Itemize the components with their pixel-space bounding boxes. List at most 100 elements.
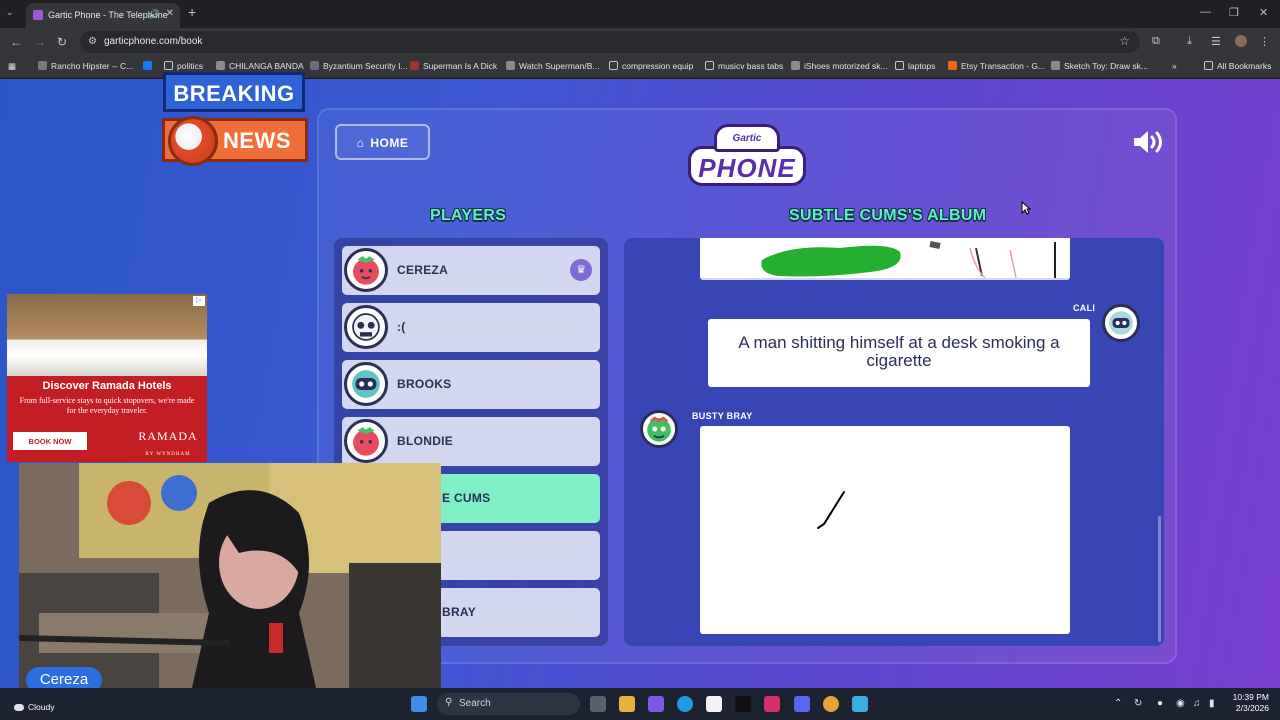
globe-icon	[791, 61, 800, 70]
folder-icon	[1204, 61, 1213, 70]
breaking-banner: BREAKING	[163, 72, 305, 112]
site-info-icon[interactable]: ⚙	[88, 36, 97, 47]
robot-avatar-icon	[1109, 311, 1133, 335]
bookmark-folder[interactable]: laptops	[895, 61, 935, 71]
edge-icon[interactable]	[677, 696, 693, 712]
ad-text: From full-service stays to quick stopove…	[19, 396, 195, 415]
globe-icon	[506, 61, 515, 70]
bookmark-item[interactable]: Etsy Transaction - G...	[948, 61, 1045, 71]
player-card[interactable]: BROOKS	[342, 360, 600, 409]
file-explorer-icon[interactable]	[619, 696, 635, 712]
bookmark-item[interactable]: Rancho Hipster -- C...	[38, 61, 133, 71]
new-tab-icon[interactable]: +	[188, 4, 196, 20]
bookmark-item[interactable]: Watch Superman/B...	[506, 61, 599, 71]
thumbnail-icon	[410, 61, 419, 70]
adchoices-icon[interactable]: ▷	[193, 296, 205, 306]
home-label: HOME	[370, 136, 409, 150]
bookmark-star-icon[interactable]: ☆	[1119, 34, 1130, 48]
globe-icon	[168, 116, 218, 166]
x-icon[interactable]	[735, 696, 751, 712]
bookmark-folder[interactable]: politics	[164, 61, 203, 71]
player-name: BROOKS	[397, 377, 452, 391]
entry-username: BUSTY BRAY	[692, 411, 753, 421]
tab-strip: ⌄ Gartic Phone - The Telephone 🔊 ✕ + — ❐…	[0, 0, 1280, 28]
audio-icon[interactable]: 🔊	[149, 9, 160, 20]
player-avatar	[344, 362, 388, 406]
player-name: :(	[397, 320, 406, 334]
player-card[interactable]: BLONDIE	[342, 417, 600, 466]
busty-bray-avatar	[640, 410, 678, 448]
bookmark-item[interactable]: iShoes motorized sk...	[791, 61, 888, 71]
gartic-favicon-icon	[33, 10, 43, 20]
webcam-feed	[19, 463, 441, 701]
bookmark-item[interactable]: Byzantium Security I...	[310, 61, 408, 71]
extensions-icon[interactable]: ⧉	[1152, 35, 1160, 48]
crown-icon: ♛	[570, 259, 592, 281]
profile-avatar[interactable]	[1235, 35, 1247, 47]
close-window-icon[interactable]: ✕	[1259, 6, 1268, 19]
folder-icon	[609, 61, 618, 70]
menu-icon[interactable]: ⋮	[1259, 35, 1270, 48]
drawing-canvas	[817, 491, 845, 529]
drawing-canvas	[761, 241, 1056, 279]
browser-tab[interactable]: Gartic Phone - The Telephone 🔊 ✕	[26, 3, 180, 28]
wifi-icon[interactable]: ◉	[1176, 698, 1185, 709]
forward-icon[interactable]: →	[34, 35, 46, 49]
book-now-button[interactable]: BOOK NOW	[13, 432, 87, 450]
bell-icon	[310, 61, 319, 70]
discord-icon[interactable]	[794, 696, 810, 712]
taskbar-search[interactable]: ⚲ Search	[437, 693, 580, 715]
notepad-icon[interactable]	[852, 696, 868, 712]
back-icon[interactable]: ←	[10, 35, 22, 49]
more-bookmarks-icon[interactable]: »	[1172, 61, 1177, 71]
bookmark-item[interactable]	[143, 61, 156, 71]
battery-icon[interactable]: ▮	[1209, 698, 1215, 709]
bookmark-item[interactable]: CHILANGA BANDA	[216, 61, 304, 71]
address-bar[interactable]: ⚙ garticphone.com/book ☆	[80, 31, 1140, 53]
globe-icon	[1051, 61, 1060, 70]
home-button[interactable]: ⌂ HOME	[335, 124, 430, 160]
minimize-icon[interactable]: —	[1200, 6, 1211, 18]
album-scrollbar[interactable]	[1158, 516, 1161, 642]
album-feed: CALI A man shitting himself at a desk sm…	[624, 238, 1164, 646]
task-view-icon[interactable]	[590, 696, 606, 712]
microphone-icon[interactable]: ●	[1157, 698, 1163, 709]
restore-icon[interactable]: ❐	[1229, 6, 1239, 19]
player-card[interactable]: CEREZA ♛	[342, 246, 600, 295]
folder-icon	[895, 61, 904, 70]
speaker-icon[interactable]	[1132, 129, 1166, 155]
close-tab-icon[interactable]: ✕	[166, 8, 174, 19]
player-avatar	[344, 305, 388, 349]
media-icon[interactable]: ☰	[1211, 35, 1221, 48]
logo-gartic-text: Gartic	[714, 124, 780, 152]
clock[interactable]: 10:39 PM 2/3/2026	[1225, 692, 1269, 714]
downloads-icon[interactable]: ⤓	[1187, 35, 1192, 48]
start-icon[interactable]	[411, 696, 427, 712]
ad-brand: RAMADA	[138, 429, 198, 443]
drawing-card	[700, 426, 1070, 634]
toolbar: ← → ↻ ⚙ garticphone.com/book ☆ ⧉ ⤓ ☰ ⋮	[0, 28, 1280, 56]
bookmark-folder[interactable]: compression equip	[609, 61, 693, 71]
webcam-image	[19, 463, 441, 701]
sync-icon[interactable]: ↻	[1134, 698, 1142, 709]
weather-widget[interactable]: Cloudy	[14, 702, 54, 712]
reload-icon[interactable]: ↻	[57, 35, 67, 49]
all-bookmarks[interactable]: All Bookmarks	[1204, 61, 1271, 71]
instagram-icon[interactable]	[764, 696, 780, 712]
volume-icon[interactable]: ♫	[1193, 698, 1201, 709]
amazon-icon[interactable]	[706, 696, 722, 712]
tray-overflow-icon[interactable]: ⌃	[1114, 698, 1122, 709]
cloud-icon	[14, 704, 24, 711]
entry-username: CALI	[1073, 303, 1096, 313]
bookmark-folder[interactable]: musicv bass tabs	[705, 61, 783, 71]
mouse-cursor-icon	[1021, 201, 1031, 215]
url-text[interactable]: garticphone.com/book	[104, 36, 202, 47]
chrome-icon[interactable]	[823, 696, 839, 712]
bookmark-item[interactable]: Superman Is A Dick	[410, 61, 497, 71]
copilot-icon[interactable]	[648, 696, 664, 712]
apps-icon[interactable]: ▦	[8, 61, 16, 72]
ramada-ad[interactable]: ▷ Discover Ramada Hotels From full-servi…	[7, 294, 207, 462]
tab-search-icon[interactable]: ⌄	[6, 7, 14, 18]
bookmark-item[interactable]: Sketch Toy: Draw sk...	[1051, 61, 1148, 71]
player-card[interactable]: :(	[342, 303, 600, 352]
